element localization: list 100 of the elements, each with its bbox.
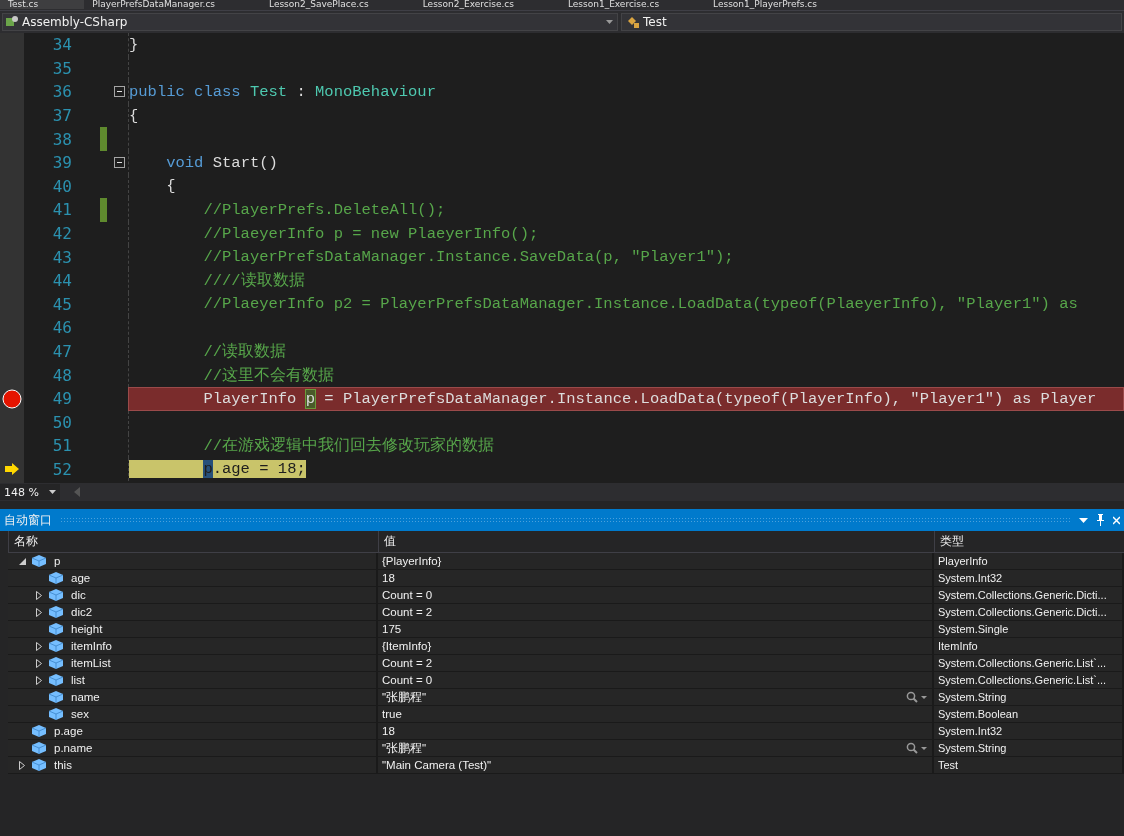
project-icon (5, 15, 19, 29)
variable-type: System.Collections.Generic.List`... (938, 657, 1107, 669)
variable-type: System.String (938, 691, 1007, 703)
variable-value: Count = 2 (382, 657, 434, 669)
field-icon (49, 640, 63, 652)
line-number: 40 (51, 176, 72, 196)
line-number: 42 (51, 224, 72, 244)
column-header[interactable]: 名称 (14, 533, 38, 550)
variable-type: System.Collections.Generic.Dicti... (938, 606, 1107, 618)
column-header[interactable]: 类型 (940, 533, 964, 550)
file-tab[interactable]: Lesson2_Exercise.cs (414, 0, 560, 9)
line-number: 41 (51, 200, 72, 220)
line-number: 47 (51, 342, 72, 361)
file-tab[interactable]: PlayerPrefsDataManager.cs (84, 0, 262, 9)
line-number: 46 (51, 318, 72, 338)
code-line: //PlaeyerInfo p = new PlaeyerInfo(); (202, 224, 539, 243)
line-number: 51 (51, 436, 72, 456)
variable-name: p (54, 555, 61, 567)
pin-icon[interactable] (1096, 514, 1105, 526)
breakpoint-icon[interactable] (2, 388, 22, 409)
field-icon (49, 572, 63, 584)
close-icon[interactable] (1113, 515, 1120, 525)
variable-type: System.Single (938, 623, 1009, 635)
file-tab[interactable]: Lesson1_PlayerPrefs.cs (705, 0, 863, 9)
caret-icon (49, 490, 56, 494)
code-line: //PlaeyerInfo p2 = PlayerPrefsDataManager.Instance.LoadData(typeof(PlaeyerInfo), "Player1") as (202, 295, 1078, 314)
variable-value: 175 (382, 623, 403, 635)
code-line: ////读取数据 (202, 271, 305, 292)
field-icon (32, 555, 46, 567)
variable-name: sex (71, 708, 89, 720)
variable-value: {PlayerInfo} (382, 555, 443, 567)
variable-type: System.Collections.Generic.List`... (938, 674, 1107, 686)
variable-type: System.String (938, 742, 1007, 754)
expand-arrow-icon[interactable] (36, 658, 42, 668)
variable-value: 18 (382, 572, 396, 584)
expand-arrow-icon[interactable] (36, 675, 42, 685)
line-number: 34 (51, 35, 72, 55)
variable-type: PlayerInfo (938, 555, 988, 567)
variable-name: dic2 (71, 606, 93, 618)
field-icon (49, 589, 63, 601)
code-line: public class Test : MonoBehaviour (129, 83, 436, 101)
variable-type: System.Boolean (938, 708, 1019, 720)
variable-name: this (54, 759, 72, 771)
variable-type: System.Int32 (938, 572, 1003, 584)
code-line: void Start() (165, 153, 278, 172)
code-line: //这里不会有数据 (202, 365, 334, 386)
collapse-icon[interactable] (113, 86, 125, 98)
line-number: 39 (51, 153, 72, 173)
collapse-arrow-icon[interactable] (18, 557, 26, 565)
search-icon[interactable] (906, 691, 928, 703)
line-number: 52 (51, 460, 72, 479)
zoom-dropdown[interactable]: 148 % (0, 484, 60, 500)
variable-name: p.age (54, 725, 83, 737)
line-number: 38 (51, 129, 72, 149)
variable-value: "张鹏程" (382, 740, 428, 756)
variable-value: Count = 2 (382, 606, 434, 618)
variable-value: Count = 0 (382, 674, 434, 686)
file-tab[interactable]: Test.cs (0, 0, 85, 9)
dropdown-icon[interactable] (1079, 517, 1088, 523)
file-tab[interactable]: Lesson1_Exercise.cs (559, 0, 706, 9)
variable-name: name (71, 691, 100, 703)
variable-type: System.Collections.Generic.Dicti... (938, 589, 1107, 601)
variable-name: itemList (71, 657, 111, 669)
line-number: 49 (51, 389, 72, 409)
variable-name: itemInfo (71, 640, 112, 652)
code-line: //PlayerPrefsDataManager.Instance.SaveData(p, "Player1"); (202, 248, 734, 267)
field-icon (32, 725, 46, 737)
field-icon (32, 742, 46, 754)
line-number: 37 (51, 106, 72, 126)
project-dropdown[interactable]: Assembly-CSharp (2, 13, 618, 31)
variable-name: height (71, 623, 103, 635)
field-icon (32, 759, 46, 771)
variable-value: {ItemInfo} (382, 640, 433, 652)
field-icon (49, 606, 63, 618)
expand-arrow-icon[interactable] (36, 590, 42, 600)
field-icon (49, 623, 63, 635)
expand-arrow-icon[interactable] (19, 760, 25, 770)
code-line: //在游戏逻辑中我们回去修改玩家的数据 (202, 435, 494, 457)
line-number: 45 (51, 294, 72, 314)
variable-name: list (71, 674, 86, 686)
code-line: PlayerInfo p = PlayerPrefsDataManager.Instance.LoadData(typeof(PlayerInfo), "Player1") as Player (203, 389, 1097, 408)
expand-arrow-icon[interactable] (36, 607, 42, 617)
variable-value: Count = 0 (382, 589, 434, 601)
variable-name: p.name (54, 742, 93, 754)
collapse-icon[interactable] (113, 157, 125, 169)
field-icon (49, 691, 63, 703)
line-number: 43 (51, 247, 72, 267)
search-icon[interactable] (906, 742, 928, 754)
column-header[interactable]: 值 (384, 533, 396, 550)
field-icon (49, 708, 63, 720)
line-number: 50 (51, 412, 72, 432)
file-tab[interactable]: Lesson2_SavePlace.cs (261, 0, 415, 9)
variable-name: dic (71, 589, 86, 601)
variable-type: System.Int32 (938, 725, 1003, 737)
line-number: 44 (51, 271, 72, 291)
expand-arrow-icon[interactable] (36, 641, 42, 651)
variable-type: ItemInfo (938, 640, 978, 652)
class-dropdown[interactable]: Test (621, 13, 1122, 31)
variable-name: age (71, 572, 91, 584)
line-number: 35 (51, 58, 72, 78)
